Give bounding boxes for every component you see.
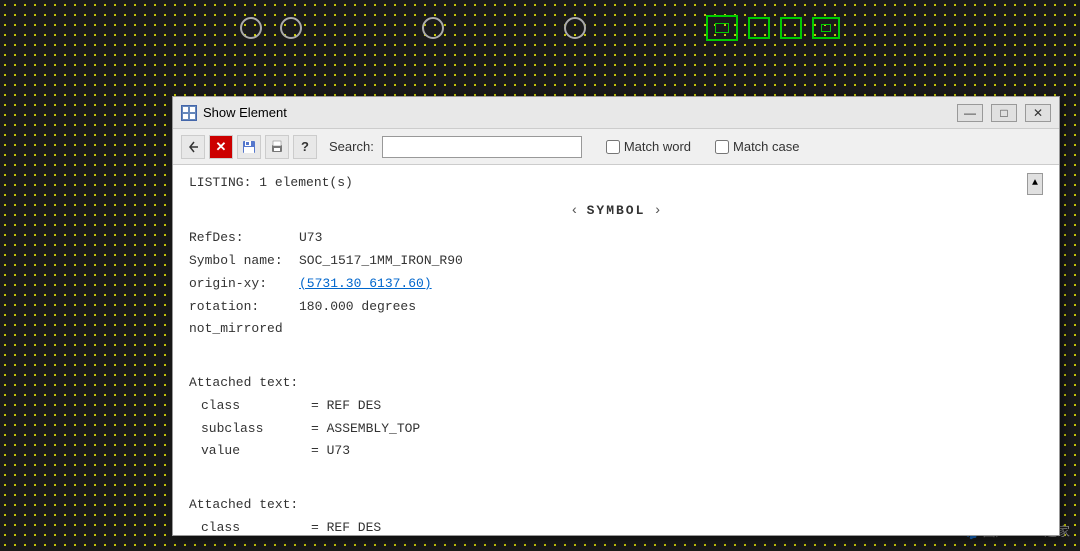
at2-class-row: class = REF DES — [189, 518, 1043, 535]
at2-class-value: = REF DES — [311, 518, 381, 535]
dialog-icon — [181, 105, 197, 121]
top-green-square-1 — [748, 17, 770, 39]
help-button[interactable]: ? — [293, 135, 317, 159]
origin-xy-label: origin-xy: — [189, 274, 299, 295]
window-controls: — □ ✕ — [957, 104, 1051, 122]
save-button[interactable] — [237, 135, 261, 159]
at1-value-label: value — [201, 441, 311, 462]
refdes-row: RefDes: U73 — [189, 228, 1043, 249]
top-circle-4 — [564, 17, 586, 39]
back-button[interactable] — [181, 135, 205, 159]
attached-text-1-header: Attached text: — [189, 373, 1043, 394]
toolbar: ✕ ? Search: Match wor — [173, 129, 1059, 165]
scroll-top-button[interactable]: ▲ — [1027, 173, 1043, 195]
at2-class-label: class — [201, 518, 311, 535]
match-word-checkbox[interactable] — [606, 140, 620, 154]
at1-value-value: = U73 — [311, 441, 350, 462]
maximize-button[interactable]: □ — [991, 104, 1017, 122]
refdes-value: U73 — [299, 228, 322, 249]
top-icons — [240, 15, 840, 41]
title-bar: Show Element — □ ✕ — [173, 97, 1059, 129]
top-circle-1 — [240, 17, 262, 39]
close-button[interactable]: ✕ — [1025, 104, 1051, 122]
not-mirrored-value: not_mirrored — [189, 319, 283, 340]
symbol-label: SYMBOL — [587, 201, 646, 222]
match-case-checkbox[interactable] — [715, 140, 729, 154]
match-case-label: Match case — [733, 139, 799, 154]
origin-xy-value[interactable]: (5731.30 6137.60) — [299, 274, 432, 295]
symbol-name-row: Symbol name: SOC_1517_1MM_IRON_R90 — [189, 251, 1043, 272]
rotation-label: rotation: — [189, 297, 299, 318]
top-green-rect-1 — [706, 15, 738, 41]
not-mirrored-row: not_mirrored — [189, 319, 1043, 340]
at1-subclass-label: subclass — [201, 419, 311, 440]
match-word-group: Match word — [606, 139, 691, 154]
dialog-title: Show Element — [203, 105, 957, 120]
minimize-button[interactable]: — — [957, 104, 983, 122]
origin-xy-row: origin-xy: (5731.30 6137.60) — [189, 274, 1043, 295]
at1-class-value: = REF DES — [311, 396, 381, 417]
at1-subclass-row: subclass = ASSEMBLY_TOP — [189, 419, 1043, 440]
print-button[interactable] — [265, 135, 289, 159]
attached-text-1-block: Attached text: class = REF DES subclass … — [189, 373, 1043, 462]
attached-text-2-header: Attached text: — [189, 495, 1043, 516]
rotation-row: rotation: 180.000 degrees — [189, 297, 1043, 318]
symbol-name-label: Symbol name: — [189, 251, 299, 272]
top-circle-3 — [422, 17, 444, 39]
next-symbol-button[interactable]: › — [653, 200, 661, 222]
search-label: Search: — [329, 139, 374, 154]
top-circle-2 — [280, 17, 302, 39]
search-input[interactable] — [382, 136, 582, 158]
match-case-group: Match case — [715, 139, 799, 154]
at1-class-row: class = REF DES — [189, 396, 1043, 417]
top-green-square-2 — [780, 17, 802, 39]
top-green-rect-2 — [812, 17, 840, 39]
at1-value-row: value = U73 — [189, 441, 1043, 462]
search-area: Search: Match word Match case — [329, 136, 1051, 158]
refdes-block: RefDes: U73 Symbol name: SOC_1517_1MM_IR… — [189, 228, 1043, 340]
symbol-name-value: SOC_1517_1MM_IRON_R90 — [299, 251, 463, 272]
refdes-label: RefDes: — [189, 228, 299, 249]
rotation-value: 180.000 degrees — [299, 297, 416, 318]
attached-text-2-block: Attached text: class = REF DES subclass … — [189, 495, 1043, 535]
match-word-label: Match word — [624, 139, 691, 154]
toolbar-close-button[interactable]: ✕ — [209, 135, 233, 159]
top-bar — [0, 0, 1080, 55]
prev-symbol-button[interactable]: ‹ — [570, 200, 578, 222]
symbol-nav: ‹ SYMBOL › — [189, 200, 1043, 222]
listing-line: LISTING: 1 element(s) — [189, 173, 1043, 194]
show-element-dialog: Show Element — □ ✕ ✕ — [172, 96, 1060, 536]
at1-subclass-value: = ASSEMBLY_TOP — [311, 419, 420, 440]
content-area[interactable]: ▲ LISTING: 1 element(s) ‹ SYMBOL › RefDe… — [173, 165, 1059, 535]
at1-class-label: class — [201, 396, 311, 417]
